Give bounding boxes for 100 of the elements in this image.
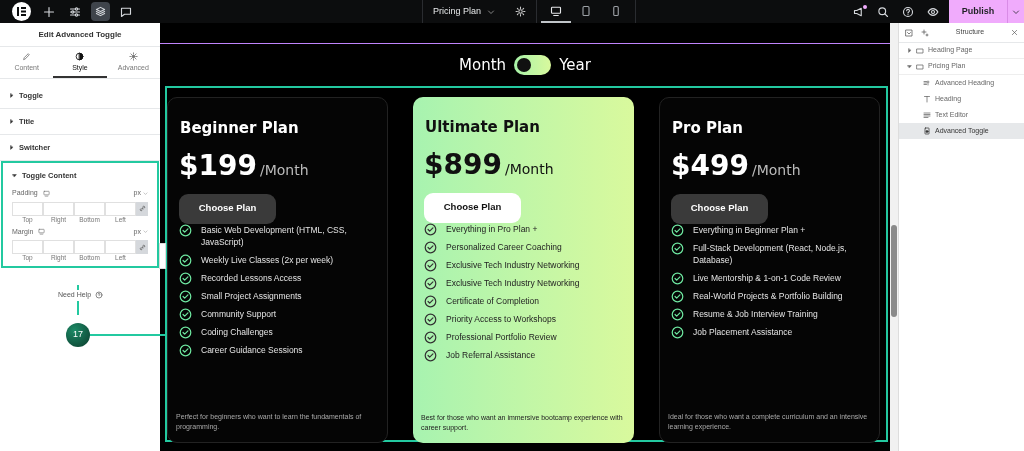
feature-text: Career Guidance Sessions: [201, 343, 303, 356]
sparkle-icon[interactable]: [921, 28, 929, 37]
check-circle-icon: [179, 289, 192, 303]
caret-icon: [9, 93, 14, 98]
plan-title: Beginner Plan: [180, 118, 300, 139]
feature-text: Small Project Assignments: [201, 289, 302, 302]
input-field[interactable]: [74, 201, 105, 216]
input-field[interactable]: [12, 201, 43, 216]
price-period: /Month: [504, 159, 554, 179]
feature-text: Real-World Projects & Portfolio Building: [693, 289, 843, 302]
feature-text: Personalized Career Coaching: [446, 240, 562, 253]
caret-icon: [9, 119, 14, 124]
callout-badge: 17: [66, 323, 90, 347]
check-circle-icon: [671, 307, 684, 321]
chevron-down-icon: [487, 7, 495, 16]
check-circle-icon: [424, 240, 437, 254]
input-field[interactable]: [105, 240, 136, 254]
feature-text: Certificate of Completion: [446, 294, 540, 307]
check-circle-icon: [424, 294, 437, 308]
input-field[interactable]: [74, 240, 105, 254]
collapse-icon[interactable]: [905, 28, 913, 37]
search-icon[interactable]: [877, 5, 889, 18]
plan-title: Ultimate Plan: [425, 117, 541, 138]
tablet-icon: [580, 4, 592, 17]
input-field[interactable]: [43, 240, 74, 254]
caret-icon: [907, 64, 912, 69]
publish-options-button[interactable]: [1007, 0, 1024, 23]
toggle-switch[interactable]: [514, 55, 552, 75]
feature-text: Recorded Lessons Access: [201, 271, 302, 284]
check-circle-icon: [179, 343, 192, 357]
check-circle-icon: [671, 289, 684, 303]
feature-text: Job Placement Assistance: [693, 325, 793, 338]
feature-text: Community Support: [201, 307, 277, 320]
layers-button[interactable]: [91, 2, 110, 21]
check-circle-icon: [179, 253, 192, 267]
sliders-icon[interactable]: [69, 5, 81, 18]
check-circle-icon: [179, 223, 192, 237]
link-values-button[interactable]: [136, 201, 148, 216]
feature-text: Everything in Beginner Plan +: [693, 223, 806, 236]
mobile-icon: [610, 4, 622, 17]
notifications-button[interactable]: [853, 5, 865, 18]
check-circle-icon: [424, 312, 437, 326]
check-circle-icon: [671, 223, 684, 237]
feature-text: Basic Web Development (HTML, CSS, JavaScript): [201, 223, 348, 249]
price: $899: [424, 150, 502, 179]
price-period: /Month: [751, 160, 801, 180]
layers-icon: [95, 6, 106, 17]
scrollbar[interactable]: [890, 23, 898, 451]
check-circle-icon: [671, 325, 684, 339]
choose-plan-button[interactable]: Choose Plan: [424, 192, 521, 223]
close-icon[interactable]: [1011, 29, 1018, 36]
feature-text: Exclusive Tech Industry Networking: [446, 258, 580, 271]
preview-eye-icon[interactable]: [927, 5, 939, 18]
link-icon: [138, 243, 146, 251]
link-icon: [138, 205, 146, 212]
choose-plan-button[interactable]: Choose Plan: [179, 193, 276, 224]
desktop-icon: [38, 228, 46, 236]
link-values-button[interactable]: [136, 240, 148, 254]
feature-text: Resume & Job Interview Training: [693, 307, 818, 320]
price-period: /Month: [259, 160, 309, 180]
price: $199: [179, 151, 257, 180]
heading-icon: [923, 95, 931, 103]
feature-text: Coding Challenges: [201, 325, 273, 338]
feature-text: Live Mentorship & 1-on-1 Code Review: [693, 271, 841, 284]
feature-text: Job Referral Assistance: [446, 348, 536, 361]
caret-icon: [12, 173, 17, 178]
toggle-label: Month: [459, 54, 507, 76]
heading-advanced-icon: [923, 79, 931, 87]
comment-icon[interactable]: [120, 5, 132, 18]
feature-text: Professional Portfolio Review: [446, 330, 557, 343]
feature-text: Everything in Pro Plan +: [446, 222, 538, 235]
settings-icon[interactable]: [515, 6, 526, 17]
caret-icon: [907, 48, 912, 53]
feature-text: Full-Stack Development (React, Node.js, Database): [693, 241, 848, 267]
check-circle-icon: [179, 307, 192, 321]
desktop-icon: [42, 189, 50, 197]
check-circle-icon: [424, 276, 437, 290]
input-field[interactable]: [43, 201, 74, 216]
caret-icon: [9, 145, 14, 150]
panel-collapse-handle[interactable]: [159, 243, 166, 269]
text-icon: [923, 111, 931, 119]
feature-text: Exclusive Tech Industry Networking: [446, 276, 580, 289]
check-circle-icon: [671, 271, 684, 285]
choose-plan-button[interactable]: Choose Plan: [671, 193, 768, 224]
price: $499: [671, 151, 749, 180]
logo-icon[interactable]: [12, 2, 31, 21]
megaphone-icon: [853, 5, 865, 18]
check-circle-icon: [179, 325, 192, 339]
input-field[interactable]: [12, 240, 43, 254]
check-circle-icon: [424, 258, 437, 272]
desktop-icon: [550, 4, 562, 17]
add-icon[interactable]: [43, 5, 55, 18]
panel-title: Edit Advanced Toggle: [38, 28, 122, 41]
check-circle-icon: [424, 348, 437, 362]
help-icon[interactable]: [902, 5, 914, 18]
input-field[interactable]: [105, 201, 136, 216]
publish-button[interactable]: Publish: [949, 0, 1007, 23]
feature-text: Weekly Live Classes (2x per week): [201, 253, 334, 266]
check-circle-icon: [424, 330, 437, 344]
feature-text: Priority Access to Workshops: [446, 312, 556, 325]
